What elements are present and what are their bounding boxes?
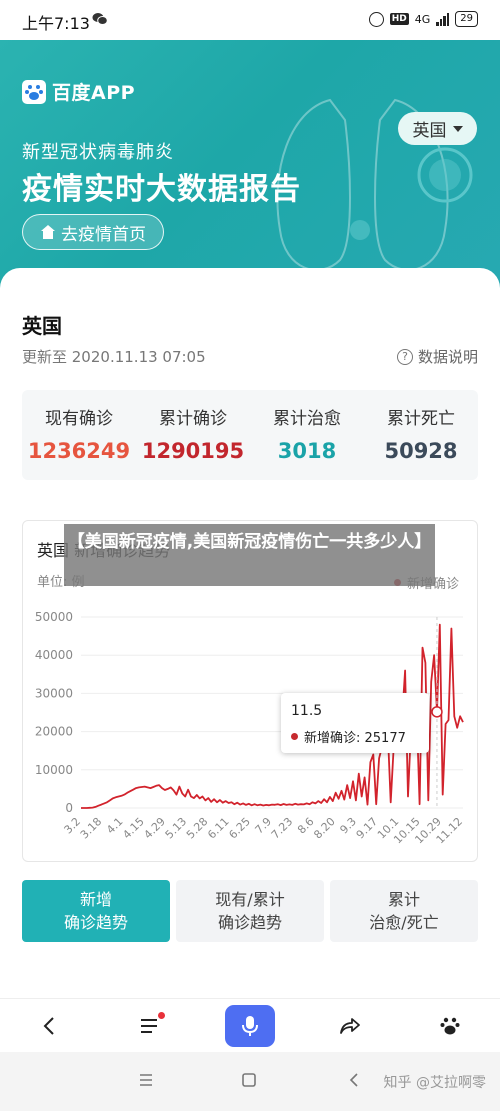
home-square-icon[interactable] (241, 1072, 257, 1088)
status-icons: HD 4G 29 (368, 11, 478, 27)
tab-new-confirmed-trend[interactable]: 新增 确诊趋势 (22, 880, 170, 942)
stat-total-confirmed: 累计确诊 1290195 (136, 390, 250, 480)
status-bar: 上午7:13 HD 4G 29 (0, 0, 500, 40)
update-time: 更新至 2020.11.13 07:05 (22, 348, 206, 366)
signal-icon (436, 12, 450, 26)
stat-label: 累计确诊 (159, 409, 227, 429)
x-tick-label: 8.20 (311, 815, 338, 842)
x-tick-label: 6.25 (226, 815, 253, 842)
wechat-icon (92, 13, 108, 25)
stat-value: 50928 (384, 439, 458, 463)
tab-line: 治愈/死亡 (369, 913, 439, 932)
share-button[interactable] (325, 1004, 375, 1048)
baidu-home-button[interactable] (425, 1004, 475, 1048)
y-tick-label: 30000 (35, 686, 73, 700)
stat-label: 累计死亡 (387, 409, 455, 429)
tab-line: 确诊趋势 (63, 913, 128, 932)
y-tick-label: 0 (65, 801, 73, 815)
x-tick-label: 4.29 (141, 815, 168, 842)
microphone-icon (242, 1015, 258, 1036)
baidu-logo: 百度APP (22, 78, 135, 105)
region-select[interactable]: 英国 (398, 112, 477, 145)
logo-text: 百度APP (52, 82, 136, 104)
stat-current-confirmed: 现有确诊 1236249 (22, 390, 136, 480)
tab-current-total-trend[interactable]: 现有/累计 确诊趋势 (176, 880, 324, 942)
tooltip-row: 新增确诊: 25177 (291, 727, 419, 746)
tab-line: 新增 (79, 890, 112, 909)
back-button[interactable] (25, 1004, 75, 1048)
back-triangle-icon[interactable] (346, 1072, 362, 1088)
stat-label: 现有确诊 (45, 409, 113, 429)
y-tick-label: 50000 (35, 610, 73, 624)
stat-value: 1290195 (141, 439, 245, 463)
chart-tooltip: 11.5 新增确诊: 25177 (281, 693, 429, 753)
overlay-caption: 【美国新冠疫情,美国新冠疫情伤亡一共多少人】 (64, 524, 435, 586)
x-tick-label: 5.13 (163, 815, 190, 842)
data-explain-label: 数据说明 (417, 348, 478, 366)
highlight-point (431, 706, 443, 718)
stat-total-recovered: 累计治愈 3018 (250, 390, 364, 480)
baidu-paw-icon (440, 1017, 460, 1034)
region-label: 英国 (412, 121, 447, 141)
caret-down-icon (452, 125, 463, 132)
tab-line: 现有/累计 (215, 890, 285, 909)
voice-search-button[interactable] (225, 1004, 275, 1048)
y-tick-label: 40000 (35, 648, 73, 662)
battery-icon: 29 (455, 11, 478, 27)
x-tick-label: 5.28 (184, 815, 211, 842)
tab-line: 确诊趋势 (217, 913, 282, 932)
y-tick-label: 20000 (35, 725, 73, 739)
share-icon (340, 1017, 360, 1034)
question-icon: ? (396, 348, 413, 365)
x-tick-label: 3.18 (78, 815, 105, 842)
chevron-left-icon (43, 1016, 54, 1035)
header-title: 疫情实时大数据报告 (22, 172, 301, 207)
network-type: 4G (414, 12, 431, 26)
recent-apps-icon[interactable] (138, 1072, 154, 1088)
status-time: 上午7:13 (22, 14, 90, 33)
alarm-icon (368, 11, 384, 27)
stat-label: 累计治愈 (273, 409, 341, 429)
country-title: 英国 (22, 314, 62, 338)
tooltip-dot-icon (291, 733, 298, 740)
tooltip-date: 11.5 (291, 703, 323, 719)
baidu-paw-icon (22, 79, 46, 104)
y-tick-label: 10000 (35, 763, 73, 777)
home-button-label: 去疫情首页 (61, 224, 146, 245)
x-tick-label: 9.17 (354, 815, 381, 842)
header-subtitle: 新型冠状病毒肺炎 (22, 142, 174, 163)
x-tick-label: 7.23 (269, 815, 296, 842)
epidemic-home-button[interactable]: 去疫情首页 (22, 214, 164, 250)
tab-recovered-deaths[interactable]: 累计 治愈/死亡 (330, 880, 478, 942)
menu-button[interactable] (125, 1004, 175, 1048)
x-tick-label: 4.15 (120, 815, 147, 842)
voice-button-bg (225, 1004, 275, 1047)
stat-total-deaths: 累计死亡 50928 (364, 390, 478, 480)
stat-value: 3018 (277, 439, 337, 463)
tab-line: 累计 (387, 890, 420, 909)
browser-toolbar (0, 998, 500, 1052)
home-icon (41, 225, 55, 239)
report-header: 百度APP 英国 新型冠状病毒肺炎 疫情实时大数据报告 去疫情首页 (0, 40, 500, 295)
report-card: 英国 更新至 2020.11.13 07:05 ? 数据说明 现有确诊 1236… (0, 268, 500, 1008)
system-nav-bar: 知乎 @艾拉啊零 (0, 1052, 500, 1111)
stat-value: 1236249 (27, 439, 131, 463)
notification-dot (158, 1011, 165, 1019)
x-tick-label: 6.11 (205, 815, 232, 842)
chart-tabs: 新增 确诊趋势 现有/累计 确诊趋势 累计 治愈/死亡 (22, 880, 478, 942)
zhihu-watermark: 知乎 @艾拉啊零 (383, 1075, 486, 1091)
stats-panel: 现有确诊 1236249 累计确诊 1290195 累计治愈 3018 累计死亡… (22, 390, 478, 480)
tooltip-value: 新增确诊: 25177 (304, 731, 406, 746)
data-explain-link[interactable]: ? 数据说明 (396, 346, 478, 367)
hd-icon: HD (389, 13, 409, 25)
